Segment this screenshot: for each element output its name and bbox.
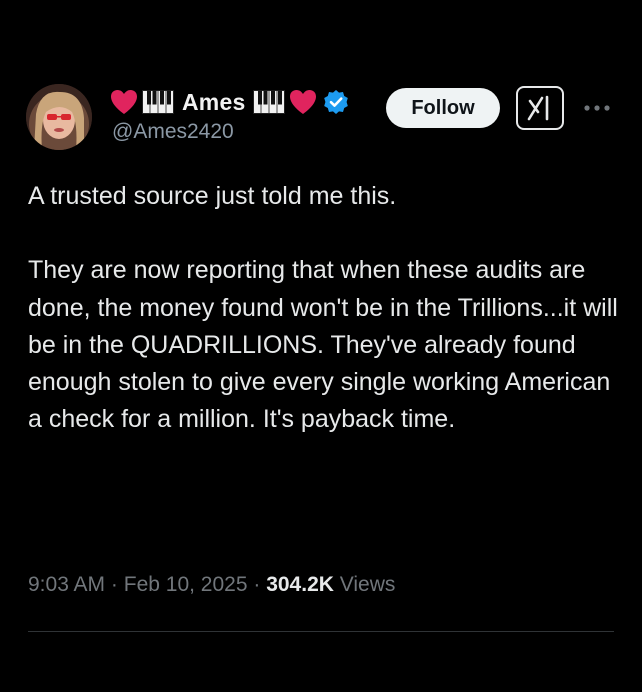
piano-keys-icon <box>142 90 174 114</box>
grok-button[interactable] <box>516 86 564 130</box>
heart-icon <box>111 90 137 114</box>
author-name-row[interactable]: Ames <box>110 86 349 118</box>
author-display-name[interactable]: Ames <box>182 89 245 116</box>
author-handle[interactable]: @Ames2420 <box>112 120 234 144</box>
tweet-meta: 9:03 AM · Feb 10, 2025 · 304.2K Views <box>28 573 395 597</box>
piano-keys-icon <box>253 90 286 114</box>
views-label[interactable]: Views <box>340 573 396 596</box>
heart-icon <box>290 90 317 114</box>
tweet-text: A trusted source just told me this. They… <box>28 178 618 439</box>
avatar-image <box>26 84 92 150</box>
views-count[interactable]: 304.2K <box>266 573 334 596</box>
more-options-button[interactable] <box>580 94 614 122</box>
verified-badge-icon[interactable] <box>323 89 349 115</box>
more-dots-icon <box>584 105 610 111</box>
meta-separator: · <box>253 573 261 596</box>
avatar[interactable] <box>26 84 92 150</box>
tweet-time[interactable]: 9:03 AM <box>28 573 105 596</box>
tweet-date[interactable]: Feb 10, 2025 <box>124 573 248 596</box>
follow-button[interactable]: Follow <box>386 88 500 128</box>
meta-separator: · <box>110 573 118 596</box>
grok-icon <box>527 95 549 121</box>
divider <box>28 631 614 632</box>
tweet-paragraph: They are now reporting that when these a… <box>28 256 618 434</box>
tweet-paragraph: A trusted source just told me this. <box>28 182 397 210</box>
